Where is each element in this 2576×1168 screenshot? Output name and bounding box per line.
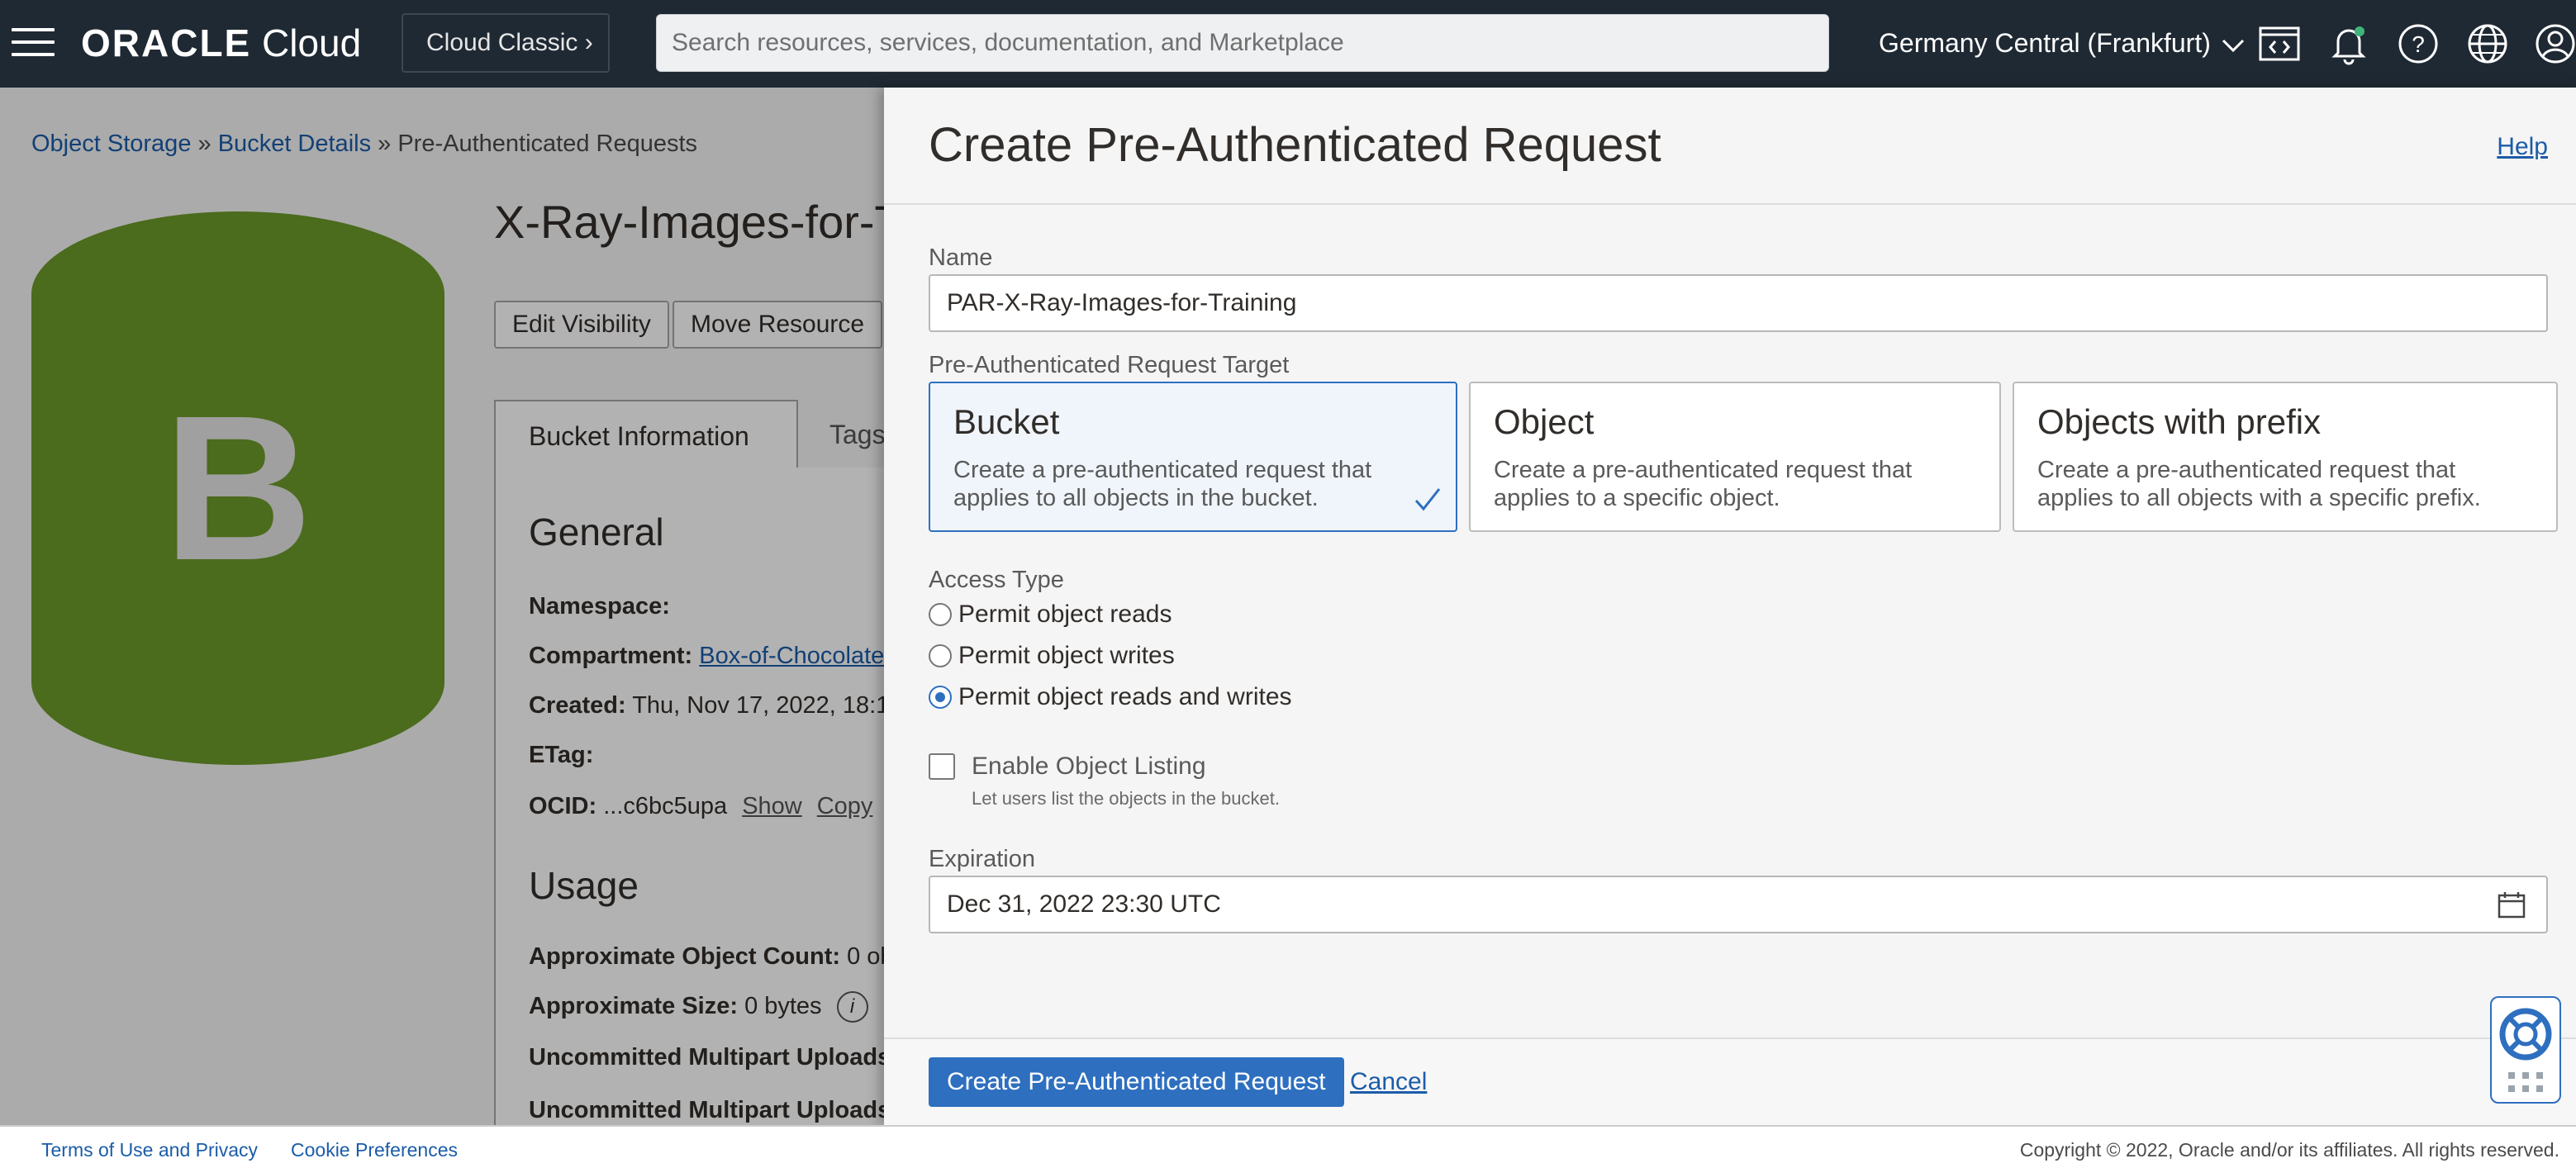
calendar-icon[interactable]: [2497, 890, 2526, 920]
radio-button[interactable]: [929, 644, 952, 667]
target-card-bucket[interactable]: Bucket Create a pre-authenticated reques…: [929, 382, 1457, 532]
region-selector[interactable]: Germany Central (Frankfurt): [1879, 23, 2245, 63]
svg-text:?: ?: [2412, 31, 2425, 57]
access-option-reads-and-writes[interactable]: Permit object reads and writes: [929, 681, 1292, 714]
create-par-button[interactable]: Create Pre-Authenticated Request: [929, 1057, 1344, 1107]
chevron-right-icon: ›: [584, 29, 593, 56]
language-globe-icon[interactable]: [2465, 21, 2510, 66]
enable-object-listing-label[interactable]: Enable Object Listing: [972, 750, 1206, 783]
notifications-bell-icon[interactable]: [2326, 21, 2371, 66]
radio-button[interactable]: [929, 603, 952, 626]
enable-object-listing-checkbox[interactable]: [929, 753, 955, 780]
target-label: Pre-Authenticated Request Target: [929, 352, 1290, 378]
terms-link[interactable]: Terms of Use and Privacy: [41, 1138, 258, 1161]
user-profile-icon[interactable]: [2533, 21, 2576, 66]
target-card-objects-with-prefix[interactable]: Objects with prefix Create a pre-authent…: [2013, 382, 2558, 532]
radio-label: Permit object reads and writes: [958, 683, 1292, 710]
copyright-text: Copyright © 2022, Oracle and/or its affi…: [2019, 1139, 2559, 1161]
hamburger-menu-icon[interactable]: [12, 28, 55, 58]
name-label: Name: [929, 245, 993, 271]
drawer-title: Create Pre-Authenticated Request: [929, 118, 1661, 172]
cloud-classic-button[interactable]: Cloud Classic ›: [402, 13, 610, 73]
target-card-description: Create a pre-authenticated request that …: [953, 457, 1372, 511]
expiration-value: Dec 31, 2022 23:30 UTC: [947, 890, 1221, 918]
radio-label: Permit object writes: [958, 642, 1175, 669]
checkmark-icon: [1414, 488, 1441, 511]
top-navigation-bar: ORACLE Cloud Cloud Classic › Search reso…: [0, 0, 2576, 88]
support-help-widget[interactable]: [2490, 996, 2561, 1104]
drawer-footer: Create Pre-Authenticated Request Cancel: [884, 1037, 2576, 1125]
help-question-icon[interactable]: ?: [2396, 21, 2441, 66]
expiration-label: Expiration: [929, 846, 1035, 872]
target-card-description: Create a pre-authenticated request that …: [2037, 457, 2481, 511]
oracle-cloud-logo[interactable]: ORACLE Cloud: [81, 21, 361, 64]
modal-backdrop[interactable]: [0, 88, 884, 1125]
create-par-drawer: Create Pre-Authenticated Request Help Na…: [884, 88, 2576, 1125]
access-option-reads[interactable]: Permit object reads: [929, 598, 1172, 631]
target-card-object[interactable]: Object Create a pre-authenticated reques…: [1469, 382, 2001, 532]
enable-object-listing-help: Let users list the objects in the bucket…: [972, 788, 1280, 809]
access-type-label: Access Type: [929, 567, 1064, 593]
lifebuoy-icon: [2499, 1008, 2552, 1092]
search-input[interactable]: Search resources, services, documentatio…: [656, 14, 1829, 72]
drawer-header: Create Pre-Authenticated Request Help: [884, 88, 2576, 205]
chevron-down-icon: [2222, 39, 2244, 52]
code-editor-icon[interactable]: [2257, 21, 2302, 66]
expiration-input[interactable]: Dec 31, 2022 23:30 UTC: [929, 876, 2548, 933]
page-footer: Terms of Use and Privacy Cookie Preferen…: [0, 1125, 2576, 1168]
target-card-title: Objects with prefix: [2037, 402, 2322, 441]
help-link[interactable]: Help: [2497, 131, 2548, 164]
target-card-description: Create a pre-authenticated request that …: [1494, 457, 1913, 511]
radio-button-selected[interactable]: [929, 686, 952, 709]
target-card-title: Bucket: [953, 402, 1060, 441]
cancel-link[interactable]: Cancel: [1350, 1066, 1427, 1099]
cookie-preferences-link[interactable]: Cookie Preferences: [291, 1138, 458, 1161]
access-option-writes[interactable]: Permit object writes: [929, 639, 1175, 672]
target-card-title: Object: [1494, 402, 1595, 441]
radio-label: Permit object reads: [958, 601, 1172, 628]
name-input[interactable]: PAR-X-Ray-Images-for-Training: [929, 274, 2548, 332]
